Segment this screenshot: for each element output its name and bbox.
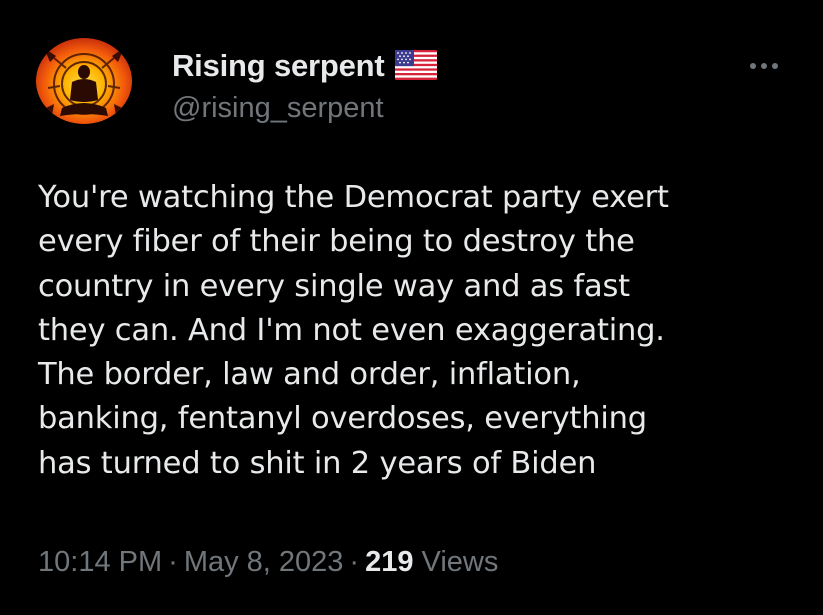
tweet-card: Rising serpent @rising_serpent You're wa… [0, 0, 823, 615]
handle[interactable]: @rising_serpent [172, 92, 437, 125]
display-name[interactable]: Rising serpent [172, 48, 385, 84]
views-count: 219 [365, 546, 414, 578]
views-label: Views [421, 546, 499, 578]
avatar[interactable] [36, 38, 132, 124]
us-flag-icon [394, 49, 437, 85]
more-button[interactable] [744, 52, 784, 80]
meta-separator: · [349, 546, 360, 578]
tweet-time[interactable]: 10:14 PM [38, 546, 162, 578]
display-name-row: Rising serpent [172, 46, 437, 86]
tweet-date[interactable]: May 8, 2023 [184, 546, 344, 578]
author-block: Rising serpent @rising_serpent [172, 46, 437, 125]
tweet-meta: 10:14 PM · May 8, 2023 · 219 Views [38, 546, 498, 579]
meta-separator: · [168, 546, 178, 578]
tweet-text: You're watching the Democrat party exert… [38, 180, 669, 481]
more-horizontal-icon [750, 63, 778, 69]
